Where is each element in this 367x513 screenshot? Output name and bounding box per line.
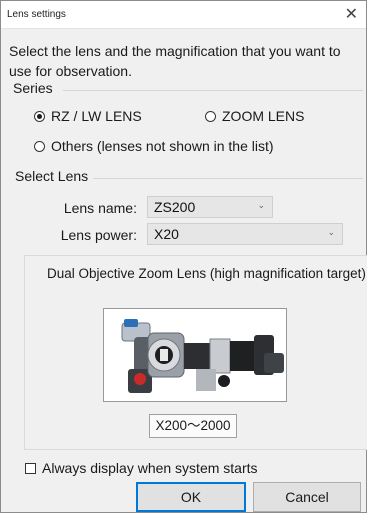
intro-text: Select the lens and the magnification th… — [9, 43, 341, 79]
always-display-checkbox[interactable]: Always display when system starts — [25, 460, 258, 476]
radio-indicator[interactable] — [34, 110, 45, 122]
lens-name-value: ZS200 — [154, 199, 196, 215]
radio-label: Others (lenses not shown in the list) — [51, 138, 274, 154]
lens-name-select[interactable]: ZS200 ⌄ — [147, 196, 273, 218]
ok-button[interactable]: OK — [136, 482, 246, 512]
radio-rz-lw-lens[interactable]: RZ / LW LENS — [34, 108, 142, 124]
series-group-caption: Series — [13, 80, 53, 96]
lens-picture — [121, 319, 284, 393]
close-icon[interactable]: ✕ — [345, 4, 358, 24]
window-title: Lens settings — [7, 9, 66, 20]
radio-zoom-lens[interactable]: ZOOM LENS — [205, 108, 304, 124]
magnification-range: X200～2000 — [149, 414, 237, 438]
checkbox-indicator[interactable] — [25, 462, 36, 474]
lens-power-label: Lens power: — [60, 227, 137, 243]
checkbox-label: Always display when system starts — [42, 460, 258, 476]
lens-settings-dialog: Lens settings ✕ Select the lens and the … — [0, 0, 367, 513]
title-bar: Lens settings ✕ — [1, 1, 366, 29]
radio-label: ZOOM LENS — [222, 108, 305, 124]
lens-power-select[interactable]: X20 ⌄ — [147, 223, 343, 245]
cancel-button[interactable]: Cancel — [253, 482, 361, 512]
select-lens-caption: Select Lens — [15, 168, 89, 184]
radio-others[interactable]: Others (lenses not shown in the list) — [34, 138, 274, 154]
lens-description: Dual Objective Zoom Lens (high magnifica… — [47, 266, 366, 281]
lens-info-panel: Dual Objective Zoom Lens (high magnifica… — [24, 255, 367, 450]
select-lens-divider — [93, 178, 363, 179]
radio-indicator[interactable] — [205, 110, 216, 122]
lens-power-value: X20 — [154, 226, 179, 242]
chevron-down-icon: ⌄ — [257, 200, 265, 210]
chevron-down-icon: ⌄ — [327, 227, 335, 237]
lens-name-label: Lens name: — [63, 200, 137, 216]
radio-label: RZ / LW LENS — [51, 108, 142, 124]
series-group-divider — [63, 90, 363, 91]
radio-indicator[interactable] — [34, 140, 45, 152]
lens-image — [103, 308, 287, 402]
